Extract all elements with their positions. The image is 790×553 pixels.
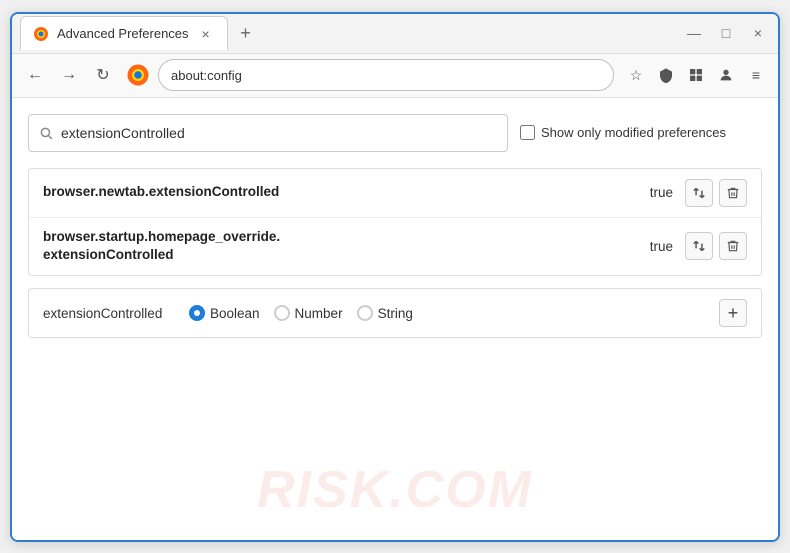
delete-icon: [726, 239, 740, 253]
show-modified-checkbox[interactable]: [520, 125, 535, 140]
delete-button-1[interactable]: [719, 179, 747, 207]
type-radio-group: Boolean Number String: [189, 305, 703, 321]
extension-icon: [688, 67, 704, 83]
swap-icon: [692, 186, 706, 200]
search-row: Show only modified preferences: [28, 114, 762, 152]
back-button[interactable]: ←: [20, 60, 50, 90]
menu-button[interactable]: ≡: [742, 61, 770, 89]
close-window-button[interactable]: ×: [746, 21, 770, 45]
nav-icons: ☆ ≡: [622, 61, 770, 89]
title-bar: Advanced Preferences × + — □ ×: [12, 14, 778, 54]
extension-button[interactable]: [682, 61, 710, 89]
search-icon: [39, 126, 53, 140]
pref-name-1: browser.newtab.extensionControlled: [43, 183, 650, 202]
add-pref-button[interactable]: +: [719, 299, 747, 327]
shield-button[interactable]: [652, 61, 680, 89]
watermark: RISK.COM: [257, 460, 533, 520]
url-display: about:config: [171, 68, 601, 83]
address-bar[interactable]: about:config: [158, 59, 614, 91]
tab-title: Advanced Preferences: [57, 26, 189, 41]
minimize-button[interactable]: —: [682, 21, 706, 45]
active-tab[interactable]: Advanced Preferences ×: [20, 16, 228, 50]
number-label: Number: [295, 306, 343, 321]
tab-close-button[interactable]: ×: [197, 25, 215, 43]
results-table: browser.newtab.extensionControlled true: [28, 168, 762, 277]
delete-button-2[interactable]: [719, 232, 747, 260]
new-tab-button[interactable]: +: [232, 19, 260, 47]
tab-favicon: [33, 26, 49, 42]
number-radio-indicator: [274, 305, 290, 321]
pref-value-1: true: [650, 185, 673, 200]
boolean-radio[interactable]: Boolean: [189, 305, 260, 321]
string-label: String: [378, 306, 413, 321]
toggle-button-2[interactable]: [685, 232, 713, 260]
swap-icon: [692, 239, 706, 253]
row-2-actions: [685, 232, 747, 260]
pref-name-2: browser.startup.homepage_override. exten…: [43, 228, 650, 266]
string-radio[interactable]: String: [357, 305, 413, 321]
show-modified-label[interactable]: Show only modified preferences: [520, 125, 726, 140]
toggle-button-1[interactable]: [685, 179, 713, 207]
show-modified-text: Show only modified preferences: [541, 125, 726, 140]
reload-button[interactable]: ↻: [88, 60, 118, 90]
add-pref-row: extensionControlled Boolean Number Strin…: [28, 288, 762, 338]
account-icon: [718, 67, 734, 83]
window-controls: — □ ×: [682, 21, 770, 45]
page-content: RISK.COM Show only modified preferences …: [12, 98, 778, 540]
maximize-button[interactable]: □: [714, 21, 738, 45]
shield-icon: [658, 67, 674, 83]
browser-window: Advanced Preferences × + — □ × ← → ↻ abo…: [10, 12, 780, 542]
firefox-logo-icon: [126, 63, 150, 87]
string-radio-indicator: [357, 305, 373, 321]
forward-button[interactable]: →: [54, 60, 84, 90]
boolean-label: Boolean: [210, 306, 260, 321]
new-pref-name: extensionControlled: [43, 306, 173, 321]
bookmark-button[interactable]: ☆: [622, 61, 650, 89]
boolean-radio-indicator: [189, 305, 205, 321]
pref-search-box[interactable]: [28, 114, 508, 152]
number-radio[interactable]: Number: [274, 305, 343, 321]
account-button[interactable]: [712, 61, 740, 89]
row-1-actions: [685, 179, 747, 207]
table-row: browser.newtab.extensionControlled true: [29, 169, 761, 218]
table-row: browser.startup.homepage_override. exten…: [29, 218, 761, 276]
delete-icon: [726, 186, 740, 200]
search-input[interactable]: [61, 125, 497, 141]
nav-bar: ← → ↻ about:config ☆: [12, 54, 778, 98]
pref-value-2: true: [650, 239, 673, 254]
